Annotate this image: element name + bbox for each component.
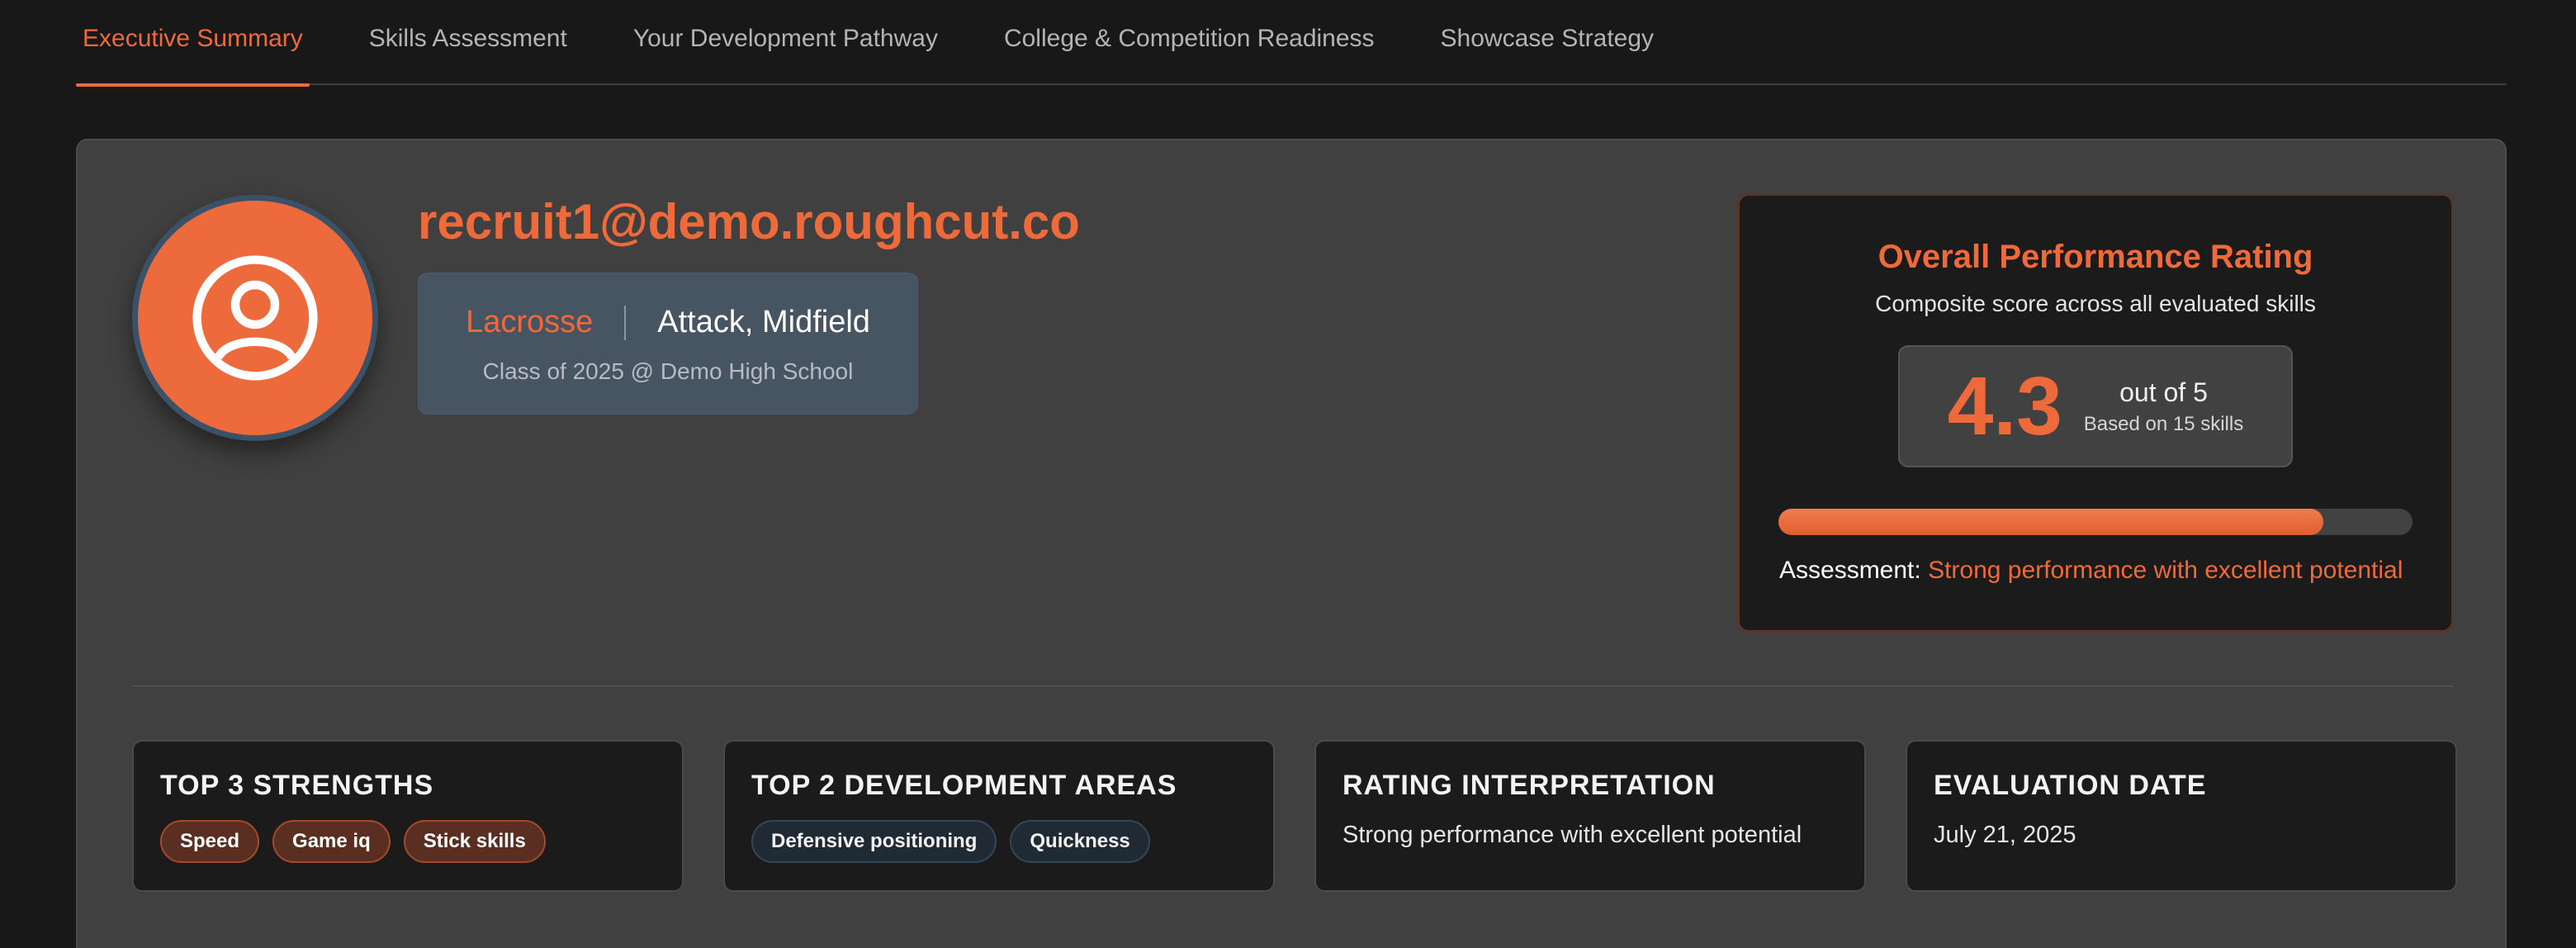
score-out-of: out of 5 — [2119, 377, 2208, 407]
development-areas-card: TOP 2 DEVELOPMENT AREAS Defensive positi… — [723, 740, 1275, 892]
development-chips: Defensive positioning Quickness — [751, 820, 1247, 863]
assessment-label: Assessment: — [1779, 557, 1921, 584]
rating-title: Overall Performance Rating — [1878, 239, 2313, 275]
tab-showcase-strategy[interactable]: Showcase Strategy — [1434, 0, 1660, 85]
development-chip: Quickness — [1010, 820, 1150, 863]
positions: Attack, Midfield — [657, 305, 870, 339]
avatar — [132, 195, 378, 441]
user-circle-icon — [192, 255, 318, 381]
tab-bar: Executive Summary Skills Assessment Your… — [76, 0, 2507, 87]
tab-college-readiness[interactable]: College & Competition Readiness — [997, 0, 1381, 85]
evaluation-date: July 21, 2025 — [1934, 822, 2076, 848]
strength-chip: Game iq — [272, 820, 391, 863]
sport-name: Lacrosse — [466, 305, 594, 339]
evaluation-date-card: EVALUATION DATE July 21, 2025 — [1906, 740, 2457, 892]
development-title: TOP 2 DEVELOPMENT AREAS — [751, 770, 1177, 801]
tab-development-pathway[interactable]: Your Development Pathway — [627, 0, 945, 85]
rating-progress-fill — [1778, 509, 2324, 535]
development-chip: Defensive positioning — [751, 820, 997, 863]
assessment-line: Assessment: Strong performance with exce… — [1740, 557, 2451, 585]
strengths-chips: Speed Game iq Stick skills — [160, 820, 656, 863]
overall-rating-panel: Overall Performance Rating Composite sco… — [1737, 193, 2454, 633]
profile-email: recruit1@demo.roughcut.co — [418, 194, 1080, 249]
score-box: 4.3 out of 5 Based on 15 skills — [1898, 345, 2293, 467]
rating-interpretation-card: RATING INTERPRETATION Strong performance… — [1314, 740, 1866, 892]
interpretation-text: Strong performance with excellent potent… — [1342, 822, 1802, 848]
rating-subtitle: Composite score across all evaluated ski… — [1875, 291, 2316, 316]
rating-progress-bar — [1778, 509, 2413, 535]
tab-executive-summary[interactable]: Executive Summary — [76, 0, 310, 87]
sport-divider — [624, 305, 627, 340]
tab-skills-assessment[interactable]: Skills Assessment — [362, 0, 574, 85]
page: Executive Summary Skills Assessment Your… — [0, 0, 2576, 948]
sport-line: Lacrosse Attack, Midfield — [419, 305, 917, 340]
strength-chip: Speed — [160, 820, 260, 863]
executive-summary-card: recruit1@demo.roughcut.co Lacrosse Attac… — [76, 139, 2507, 948]
score-caption: out of 5 Based on 15 skills — [2084, 377, 2243, 436]
sport-info-box: Lacrosse Attack, Midfield Class of 2025 … — [418, 273, 918, 415]
evaluation-title: EVALUATION DATE — [1934, 770, 2207, 801]
assessment-value: Strong performance with excellent potent… — [1928, 557, 2403, 584]
interpretation-title: RATING INTERPRETATION — [1342, 770, 1716, 801]
strengths-title: TOP 3 STRENGTHS — [160, 770, 434, 801]
strength-chip: Stick skills — [403, 820, 546, 863]
class-school: Class of 2025 @ Demo High School — [482, 358, 854, 384]
score-value: 4.3 — [1947, 360, 2062, 453]
section-divider — [132, 685, 2454, 687]
score-based-on: Based on 15 skills — [2083, 412, 2244, 435]
strengths-card: TOP 3 STRENGTHS Speed Game iq Stick skil… — [132, 740, 684, 892]
